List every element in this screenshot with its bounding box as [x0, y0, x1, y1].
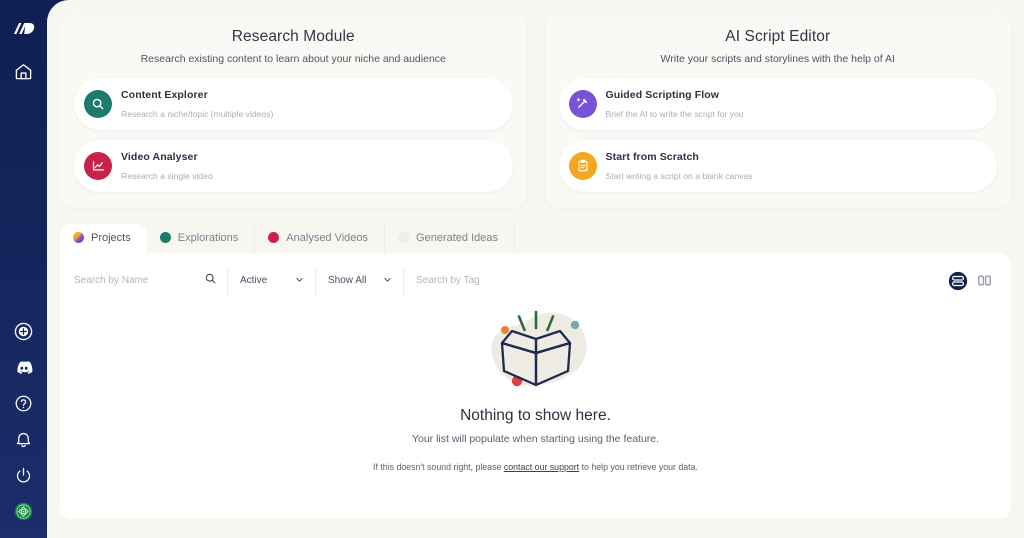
search-input[interactable]	[74, 275, 204, 286]
grid-view-icon[interactable]	[976, 272, 993, 289]
tab-dot-icon	[268, 232, 280, 243]
empty-state-heading: Nothing to show here.	[460, 406, 611, 424]
status-filter-value: Active	[240, 275, 268, 286]
show-filter-value: Show All	[328, 275, 367, 286]
logo[interactable]	[5, 12, 43, 46]
tab-dot-icon	[73, 232, 84, 243]
search-by-name-group	[74, 267, 228, 294]
option-guided-scripting-flow[interactable]: Guided Scripting Flow Brief the AI to wr…	[558, 78, 997, 130]
module-subtitle: Research existing content to learn about…	[140, 53, 446, 65]
view-toggle-group	[948, 271, 997, 291]
app-root: Research Module Research existing conten…	[0, 0, 1024, 538]
list-view-icon[interactable]	[948, 271, 968, 291]
option-desc: Research a niche/topic (multiple videos)	[121, 108, 274, 119]
option-desc: Brief the AI to write the script for you	[605, 108, 744, 119]
chart-line-icon	[84, 151, 112, 180]
sidebar	[0, 0, 47, 538]
filter-bar: Active Show All	[60, 253, 1011, 299]
status-filter-select[interactable]: Active	[228, 267, 316, 294]
module-card-ai-script-editor: AI Script Editor Write your scripts and …	[544, 14, 1011, 208]
option-start-from-scratch[interactable]: Start from Scratch Start writing a scrip…	[558, 139, 997, 192]
tab-label: Projects	[91, 231, 131, 244]
empty-state-support-text: If this doesn't sound right, please cont…	[373, 462, 698, 472]
modules-row: Research Module Research existing conten…	[47, 0, 1024, 208]
search-by-tag-group	[404, 268, 534, 294]
home-icon[interactable]	[5, 54, 43, 88]
support-prefix: If this doesn't sound right, please	[373, 461, 504, 472]
option-desc: Research a single video	[121, 170, 213, 181]
chevron-down-icon	[294, 274, 305, 288]
module-subtitle: Write your scripts and storylines with t…	[660, 53, 895, 65]
discord-icon[interactable]	[5, 350, 43, 384]
option-title: Guided Scripting Flow	[605, 89, 720, 101]
bell-icon[interactable]	[5, 422, 43, 456]
empty-state: Nothing to show here. Your list will pop…	[60, 303, 1011, 472]
tab-dot-icon	[159, 232, 171, 243]
tab-analysed-videos[interactable]: Analysed Videos	[255, 223, 386, 253]
search-icon	[84, 89, 112, 118]
tag-search-input[interactable]	[416, 275, 534, 286]
tab-label: Explorations	[177, 231, 239, 244]
tabs-bar: Projects Explorations Analysed Videos Ge…	[47, 223, 1024, 253]
option-content-explorer[interactable]: Content Explorer Research a niche/topic …	[74, 78, 513, 130]
option-video-analyser[interactable]: Video Analyser Research a single video	[74, 139, 513, 192]
module-title: AI Script Editor	[725, 28, 831, 45]
add-circle-icon[interactable]	[5, 314, 43, 348]
tab-label: Generated Ideas	[416, 231, 498, 244]
status-badge-icon[interactable]	[5, 494, 43, 528]
clipboard-icon	[568, 151, 597, 180]
show-filter-select[interactable]: Show All	[316, 267, 404, 294]
content-panel: Active Show All	[60, 252, 1011, 519]
empty-state-paragraph: Your list will populate when starting us…	[411, 432, 660, 445]
magic-wand-icon	[568, 89, 597, 118]
contact-support-link[interactable]: contact our support	[504, 462, 579, 472]
tab-dot-icon	[398, 232, 410, 243]
search-icon[interactable]	[204, 272, 217, 290]
option-title: Start from Scratch	[605, 150, 699, 163]
tab-projects[interactable]: Projects	[60, 223, 147, 253]
option-title: Content Explorer	[121, 89, 208, 101]
tab-generated-ideas[interactable]: Generated Ideas	[385, 223, 515, 253]
support-suffix: to help you retrieve your data.	[579, 461, 698, 472]
power-icon[interactable]	[5, 458, 43, 492]
module-title: Research Module	[231, 28, 355, 45]
tab-explorations[interactable]: Explorations	[147, 223, 256, 253]
option-title: Video Analyser	[121, 150, 198, 163]
sidebar-bottom-group	[5, 314, 43, 538]
open-box-icon	[470, 303, 602, 403]
chevron-down-icon	[382, 274, 393, 288]
tab-label: Analysed Videos	[286, 231, 369, 244]
help-circle-icon[interactable]	[5, 386, 43, 420]
sidebar-top-group	[5, 0, 43, 88]
module-card-research: Research Module Research existing conten…	[60, 14, 527, 208]
option-desc: Start writing a script on a blank canvas	[605, 170, 753, 181]
main-content: Research Module Research existing conten…	[47, 0, 1024, 538]
